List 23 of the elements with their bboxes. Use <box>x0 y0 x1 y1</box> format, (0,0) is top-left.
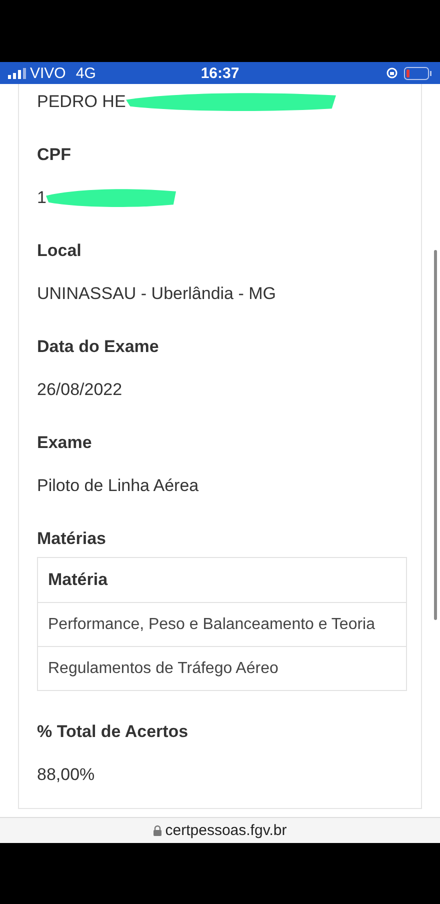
column-header: Matéria <box>47 569 109 591</box>
network-type: 4G <box>76 64 96 82</box>
field-value: 88,00% <box>37 764 95 786</box>
carrier-name: VIVO <box>30 64 66 82</box>
lock-icon <box>153 825 162 836</box>
field-value: PEDRO HE <box>37 91 126 113</box>
clock-time: 16:37 <box>200 64 240 82</box>
rotation-lock-icon <box>386 67 398 79</box>
battery-icon <box>404 66 432 80</box>
field-label: Local <box>37 240 82 262</box>
field-label: Data do Exame <box>37 336 160 358</box>
section-label: Matérias <box>37 528 107 550</box>
field-value: 26/08/2022 <box>37 379 122 401</box>
table-cell: Regulamentos de Tráfego Aéreo <box>38 646 406 690</box>
field-value: 1 <box>37 187 46 209</box>
field-label: % Total de Acertos <box>37 721 190 743</box>
field-value: Piloto de Linha Aérea <box>37 475 199 497</box>
field-label: Exame <box>37 432 93 454</box>
field-value: UNINASSAU - Uberlândia - MG <box>37 283 276 305</box>
signal-icon <box>8 68 26 78</box>
field-label: CPF <box>37 144 72 166</box>
url-text: certpessoas.fgv.br <box>165 822 287 839</box>
table-cell: Performance, Peso e Balanceamento e Teoria <box>38 602 406 646</box>
